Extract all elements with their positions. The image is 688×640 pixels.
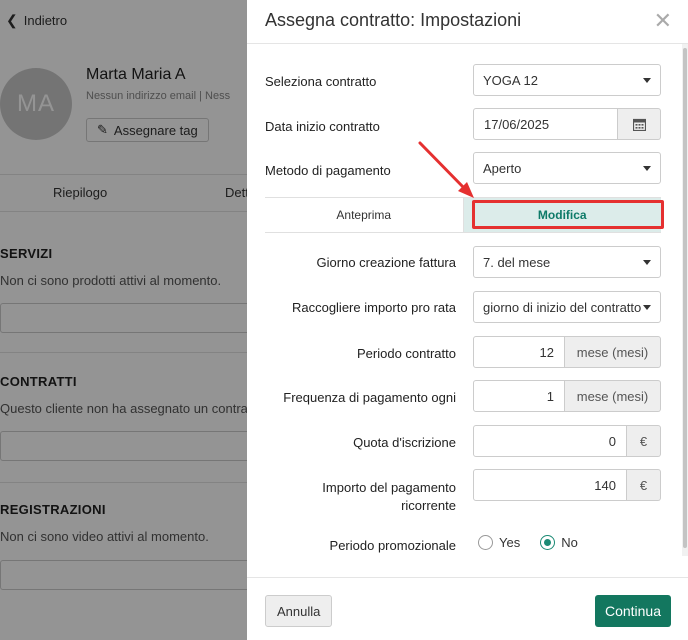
start-date-field: 17/06/2025	[473, 108, 661, 140]
continue-button[interactable]: Continua	[594, 595, 671, 627]
highlight-annotation	[472, 200, 664, 229]
promo-label: Periodo promozionale	[329, 538, 456, 553]
assign-contract-modal: Assegna contratto: Impostazioni ✕ Selezi…	[247, 0, 688, 640]
period-unit: mese (mesi)	[565, 336, 661, 368]
start-date-label: Data inizio contratto	[265, 119, 380, 134]
start-date-input[interactable]: 17/06/2025	[473, 108, 618, 140]
fee-label: Quota d'iscrizione	[353, 435, 456, 450]
cancel-button[interactable]: Annulla	[265, 595, 333, 627]
prorata-select[interactable]: giorno di inizio del contratto	[473, 291, 661, 323]
frequency-input[interactable]: 1	[473, 380, 565, 412]
caret-down-icon	[643, 166, 651, 171]
recurring-field: 140 €	[473, 469, 661, 501]
promo-yes-label: Yes	[499, 535, 521, 550]
caret-down-icon	[643, 305, 651, 310]
invoice-day-label: Giorno creazione fattura	[316, 255, 456, 270]
euro-icon: €	[627, 469, 661, 501]
recurring-input[interactable]: 140	[473, 469, 627, 501]
recurring-label: Importo del pagamento ricorrente	[322, 480, 456, 513]
invoice-day-select[interactable]: 7. del mese	[473, 246, 661, 278]
contract-select[interactable]: YOGA 12	[473, 64, 661, 96]
payment-method-value: Aperto	[483, 160, 522, 176]
period-field: 12 mese (mesi)	[473, 336, 661, 368]
period-label: Periodo contratto	[356, 346, 456, 361]
divider	[247, 43, 688, 44]
tab-preview[interactable]: Anteprima	[265, 198, 463, 232]
frequency-field: 1 mese (mesi)	[473, 380, 661, 412]
payment-method-label: Metodo di pagamento	[265, 163, 391, 178]
promo-radio-group: Yes No	[478, 535, 578, 550]
prorata-label: Raccogliere importo pro rata	[291, 300, 456, 315]
frequency-unit: mese (mesi)	[565, 380, 661, 412]
euro-icon: €	[627, 425, 661, 457]
modal-title: Assegna contratto: Impostazioni	[265, 10, 522, 30]
close-icon[interactable]: ✕	[654, 10, 672, 32]
scrollbar-thumb[interactable]	[683, 48, 687, 548]
scrollbar[interactable]	[682, 44, 688, 556]
contract-value: YOGA 12	[483, 72, 538, 88]
caret-down-icon	[643, 78, 651, 83]
contract-label: Seleziona contratto	[265, 74, 377, 89]
fee-input[interactable]: 0	[473, 425, 627, 457]
invoice-day-value: 7. del mese	[483, 254, 551, 270]
frequency-label: Frequenza di pagamento ogni	[283, 390, 456, 405]
period-input[interactable]: 12	[473, 336, 565, 368]
promo-no-radio[interactable]	[540, 535, 556, 550]
fee-field: 0 €	[473, 425, 661, 457]
divider	[247, 577, 688, 578]
prorata-value: giorno di inizio del contratto	[483, 299, 642, 315]
calendar-icon[interactable]	[618, 108, 661, 140]
payment-method-select[interactable]: Aperto	[473, 152, 661, 184]
promo-no-label: No	[561, 535, 578, 550]
promo-yes-radio[interactable]	[478, 535, 493, 550]
caret-down-icon	[643, 260, 651, 265]
